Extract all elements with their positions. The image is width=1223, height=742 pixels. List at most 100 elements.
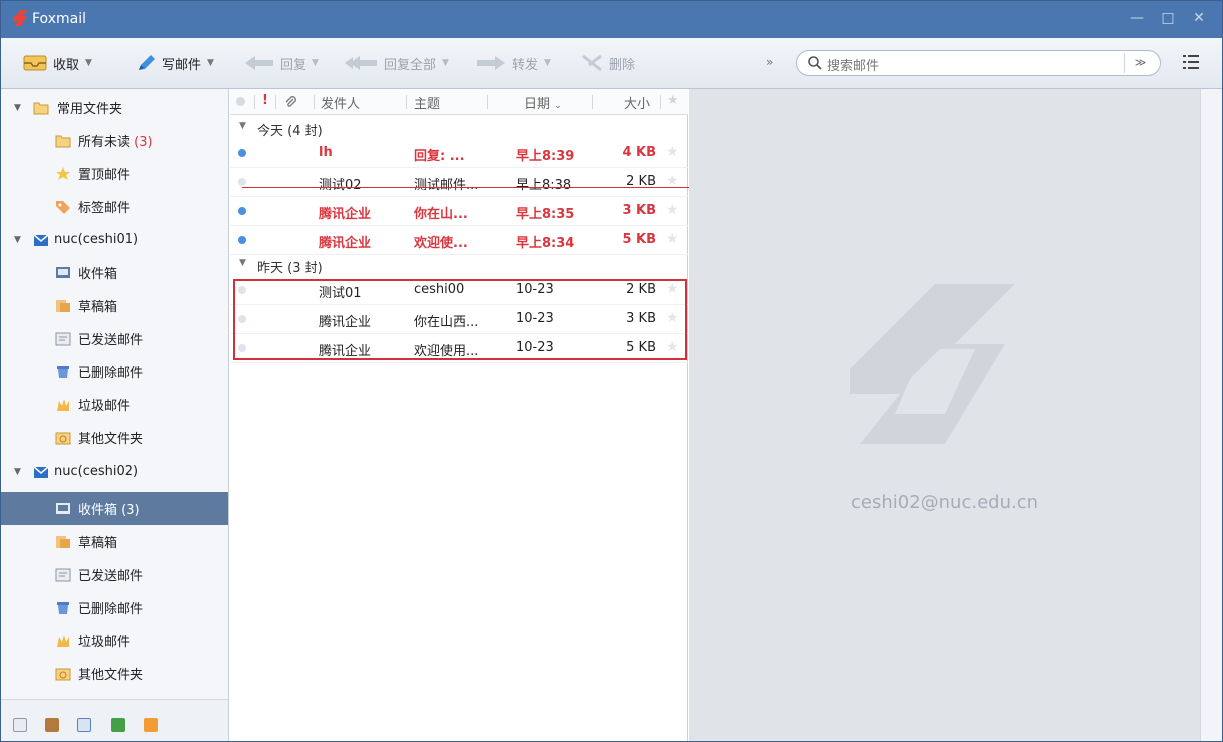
delete-button[interactable]: 删除 [581, 52, 635, 74]
star-column-icon[interactable]: ★ [667, 93, 679, 108]
mail-from: 测试02 [319, 178, 362, 193]
collapse-triangle-icon[interactable]: ▼ [14, 467, 21, 477]
mail-row[interactable]: lh 回复: ... 早上8:39 4 KB ★ [230, 139, 688, 168]
unread-dot-icon[interactable] [238, 236, 246, 244]
notes-icon[interactable] [111, 718, 125, 732]
sidebar-item-pinned[interactable]: 置顶邮件 [1, 157, 228, 190]
group-header-yesterday[interactable]: ▼ 昨天 (3 封) [230, 254, 688, 276]
forward-button[interactable]: 转发 ▼ [476, 52, 551, 74]
sidebar-item-label: 收件箱 [78, 267, 118, 282]
sidebar-item-label: 标签邮件 [78, 201, 131, 216]
mail-row[interactable]: 腾讯企业 你在山... 早上8:35 3 KB ★ [230, 197, 688, 226]
module-switcher [1, 699, 228, 741]
compose-label: 写邮件 [162, 57, 202, 73]
sidebar-group-favorites[interactable]: ▼ 常用文件夹 [1, 91, 228, 124]
sidebar-account-ceshi02[interactable]: ▼ nuc(ceshi02) [1, 455, 228, 488]
contacts-icon[interactable] [45, 718, 59, 732]
group-header-today[interactable]: ▼ 今天 (4 封) [230, 117, 688, 139]
sidebar-item-tagged[interactable]: 标签邮件 [1, 190, 228, 223]
sidebar-item-deleted[interactable]: 已删除邮件 [1, 591, 228, 624]
reply-all-arrow-icon [345, 56, 377, 70]
tag-icon [56, 200, 70, 214]
attachment-column-icon[interactable] [284, 95, 296, 109]
sidebar-item-drafts[interactable]: 草稿箱 [1, 289, 228, 322]
minimize-button[interactable]: — [1127, 9, 1147, 27]
compose-dropdown-icon[interactable]: ▼ [207, 58, 214, 68]
mail-list-header: ! 发件人 主题 日期 ⌄ 大小 ★ [230, 89, 688, 115]
forward-label: 转发 [512, 57, 539, 73]
main-menu-icon[interactable] [1181, 52, 1201, 72]
sidebar-item-label: 垃圾邮件 [78, 399, 131, 414]
sidebar-item-other[interactable]: 其他文件夹 [1, 657, 228, 690]
trash-icon [57, 601, 69, 614]
sidebar-item-label: 已删除邮件 [78, 602, 144, 617]
sidebar-item-deleted[interactable]: 已删除邮件 [1, 355, 228, 388]
other-folder-icon [55, 668, 71, 680]
search-input[interactable]: 搜索邮件 ≫ [796, 50, 1161, 76]
reply-label: 回复 [280, 57, 307, 73]
calendar-icon[interactable] [77, 718, 91, 732]
mail-from: 腾讯企业 [319, 207, 372, 222]
unread-dot-icon[interactable] [238, 149, 246, 157]
rss-icon[interactable] [144, 718, 158, 732]
sidebar-account-ceshi01[interactable]: ▼ nuc(ceshi01) [1, 223, 228, 256]
sidebar-item-label: 已发送邮件 [78, 333, 144, 348]
inbox-tray-icon [23, 55, 47, 71]
close-button[interactable]: ✕ [1189, 9, 1209, 27]
sidebar-account-label: nuc(ceshi02) [54, 464, 139, 479]
read-dot-icon[interactable] [238, 178, 246, 186]
reply-all-dropdown-icon[interactable]: ▼ [442, 58, 449, 68]
sidebar-item-inbox-selected[interactable]: 收件箱 (3) [1, 492, 228, 525]
search-options-icon[interactable]: ≫ [1124, 53, 1156, 73]
read-status-column-icon[interactable] [236, 97, 245, 106]
receive-dropdown-icon[interactable]: ▼ [85, 58, 92, 68]
column-header-from[interactable]: 发件人 [321, 93, 360, 112]
sidebar-item-other[interactable]: 其他文件夹 [1, 421, 228, 454]
compose-button[interactable]: 写邮件 ▼ [136, 52, 214, 74]
sidebar-item-label: 已发送邮件 [78, 569, 144, 584]
reply-all-button[interactable]: 回复全部 ▼ [344, 52, 449, 74]
star-icon[interactable]: ★ [666, 231, 679, 247]
mail-icon[interactable] [13, 718, 27, 732]
foxmail-logo-icon [13, 10, 28, 26]
collapse-triangle-icon[interactable]: ▼ [14, 103, 21, 113]
inbox-icon [56, 266, 70, 278]
collapse-triangle-icon[interactable]: ▼ [14, 235, 21, 245]
column-header-subject[interactable]: 主题 [414, 93, 440, 112]
sidebar-item-sent[interactable]: 已发送邮件 [1, 558, 228, 591]
star-icon[interactable]: ★ [666, 144, 679, 160]
reply-dropdown-icon[interactable]: ▼ [312, 58, 319, 68]
sidebar-item-inbox[interactable]: 收件箱 [1, 256, 228, 289]
star-icon[interactable]: ★ [666, 202, 679, 218]
priority-column-icon[interactable]: ! [262, 93, 268, 108]
forward-dropdown-icon[interactable]: ▼ [544, 58, 551, 68]
maximize-button[interactable]: □ [1158, 9, 1178, 27]
collapse-triangle-icon[interactable]: ▼ [239, 121, 246, 131]
unread-dot-icon[interactable] [238, 207, 246, 215]
spam-icon [57, 398, 69, 411]
folder-sidebar: ▼ 常用文件夹 所有未读 (3) 置顶邮件 标签邮件 ▼ nuc(ceshi01… [1, 89, 229, 741]
mail-size: 5 KB [622, 232, 656, 247]
sidebar-item-all-unread[interactable]: 所有未读 (3) [1, 124, 228, 157]
receive-button[interactable]: 收取 ▼ [23, 52, 92, 74]
collapse-triangle-icon[interactable]: ▼ [239, 258, 246, 268]
preview-scrollbar[interactable] [1200, 89, 1222, 741]
mail-row[interactable]: 测试02 测试邮件... 早上8:38 2 KB ★ [230, 168, 688, 197]
mail-subject: 测试邮件... [414, 178, 479, 193]
group-label: 今天 (4 封) [257, 124, 323, 139]
sidebar-item-label: 收件箱 (3) [78, 503, 140, 518]
column-header-date[interactable]: 日期 ⌄ [524, 93, 562, 112]
toolbar: 收取 ▼ 写邮件 ▼ 回复 ▼ 回复全部 ▼ 转发 ▼ 删除 » 搜索邮件 ≫ [1, 38, 1222, 89]
reply-button[interactable]: 回复 ▼ [244, 52, 319, 74]
sidebar-item-sent[interactable]: 已发送邮件 [1, 322, 228, 355]
more-tools-icon[interactable]: » [766, 55, 773, 69]
mail-row[interactable]: 腾讯企业 欢迎使... 早上8:34 5 KB ★ [230, 226, 688, 255]
folder-icon [55, 135, 71, 147]
column-header-size[interactable]: 大小 [624, 93, 650, 112]
sidebar-item-drafts[interactable]: 草稿箱 [1, 525, 228, 558]
mail-date: 早上8:35 [516, 207, 575, 222]
sidebar-item-spam[interactable]: 垃圾邮件 [1, 388, 228, 421]
title-bar[interactable]: Foxmail — □ ✕ [1, 1, 1222, 38]
preview-pane: ceshi02@nuc.edu.cn [689, 89, 1200, 741]
sidebar-item-spam[interactable]: 垃圾邮件 [1, 624, 228, 657]
